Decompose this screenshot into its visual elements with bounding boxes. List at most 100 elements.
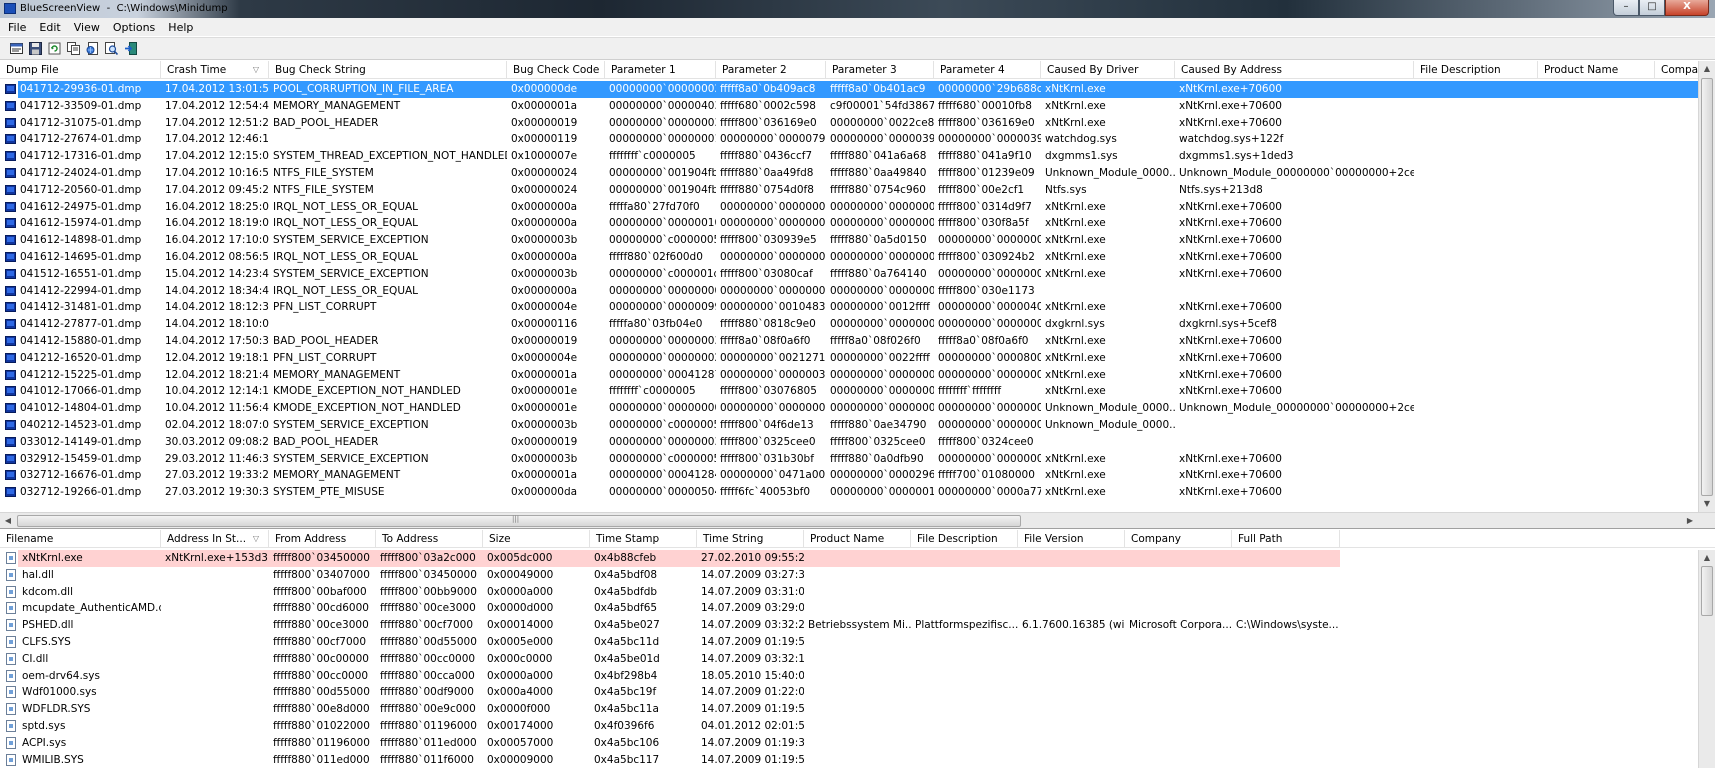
window-title: BlueScreenView - C:\Windows\Minidump bbox=[20, 3, 228, 14]
crash-dump-row[interactable]: 041712-24024-01.dmp 17.04.2012 10:16:51 NT… bbox=[0, 165, 1700, 182]
crash-dump-row[interactable]: 041612-14898-01.dmp 16.04.2012 17:10:01 SY… bbox=[0, 232, 1700, 249]
column-header-file-description[interactable]: File Description bbox=[911, 530, 1018, 548]
driver-list-vertical-scrollbar[interactable]: ▲ bbox=[1698, 550, 1715, 768]
crash-list-horizontal-scrollbar[interactable]: ◀ ||| ▶ bbox=[0, 512, 1715, 528]
crash-list-vertical-scrollbar[interactable]: ▲ ▼ bbox=[1698, 61, 1715, 512]
maximize-button[interactable]: □ bbox=[1639, 0, 1665, 16]
scroll-up-arrow-icon[interactable]: ▲ bbox=[1699, 61, 1715, 77]
column-header-parameter-2[interactable]: Parameter 2 bbox=[716, 61, 826, 79]
company-cell: Microsoft Corpora... bbox=[1129, 619, 1232, 632]
column-header-full-path[interactable]: Full Path bbox=[1232, 530, 1340, 548]
crash-dump-row[interactable]: 041612-14695-01.dmp 16.04.2012 08:56:51 IR… bbox=[0, 249, 1700, 266]
column-header-parameter-1[interactable]: Parameter 1 bbox=[605, 61, 716, 79]
crash-dump-row[interactable]: 041712-20560-01.dmp 17.04.2012 09:45:29 NT… bbox=[0, 182, 1700, 199]
crash-dump-row[interactable]: 040212-14523-01.dmp 02.04.2012 18:07:00 SY… bbox=[0, 417, 1700, 434]
copy-icon[interactable] bbox=[66, 41, 81, 56]
driver-file-icon bbox=[6, 686, 16, 699]
parameter-4-cell: ffffffff`ffffffff bbox=[938, 385, 1002, 398]
close-button[interactable]: X bbox=[1665, 0, 1709, 16]
crash-dump-row[interactable]: 032712-19266-01.dmp 27.03.2012 19:30:31 SY… bbox=[0, 484, 1700, 501]
menu-view[interactable]: View bbox=[68, 21, 107, 34]
crash-dump-row[interactable]: 041212-16520-01.dmp 12.04.2012 19:18:15 PF… bbox=[0, 350, 1700, 367]
column-header-size[interactable]: Size bbox=[483, 530, 590, 548]
crash-dump-row[interactable]: 032912-15459-01.dmp 29.03.2012 11:46:35 SY… bbox=[0, 451, 1700, 468]
scrollbar-thumb[interactable] bbox=[1701, 566, 1713, 616]
minimize-button[interactable]: – bbox=[1613, 0, 1639, 16]
time-stamp-cell: 0x4a5bdfdb bbox=[594, 585, 658, 598]
driver-row[interactable]: mcupdate_AuthenticAMD.dll fffff880`00cd60… bbox=[0, 600, 1700, 617]
filename-cell: hal.dll bbox=[22, 568, 54, 581]
to-address-cell: fffff800`03a2c000 bbox=[380, 552, 476, 564]
column-header-bug-check-string[interactable]: Bug Check String bbox=[269, 61, 507, 79]
column-header-file-version[interactable]: File Version bbox=[1018, 530, 1125, 548]
find-icon[interactable] bbox=[104, 41, 119, 56]
driver-row[interactable]: xNtKrnl.exe xNtKrnl.exe+153d3 fffff800`034… bbox=[0, 550, 1700, 567]
dump-file-cell: 041412-22994-01.dmp bbox=[20, 284, 142, 297]
crash-dump-row[interactable]: 041612-24975-01.dmp 16.04.2012 18:25:07 IR… bbox=[0, 199, 1700, 216]
menu-options[interactable]: Options bbox=[107, 21, 162, 34]
crash-dump-row[interactable]: 041412-31481-01.dmp 14.04.2012 18:12:36 PF… bbox=[0, 299, 1700, 316]
crash-dump-row[interactable]: 041012-14804-01.dmp 10.04.2012 11:56:49 KM… bbox=[0, 400, 1700, 417]
crash-dump-row[interactable]: 041612-15974-01.dmp 16.04.2012 18:19:05 IR… bbox=[0, 215, 1700, 232]
driver-row[interactable]: sptd.sys fffff880`01022000 fffff880`011960… bbox=[0, 718, 1700, 735]
menu-help[interactable]: Help bbox=[162, 21, 200, 34]
column-header-bug-check-code[interactable]: Bug Check Code bbox=[507, 61, 605, 79]
column-header-parameter-3[interactable]: Parameter 3 bbox=[826, 61, 934, 79]
crash-dump-row[interactable]: 041712-27674-01.dmp 17.04.2012 12:46:14 0x… bbox=[0, 131, 1700, 148]
column-header-address-in-stack[interactable]: Address In St... ▽ bbox=[161, 530, 269, 548]
exit-icon[interactable] bbox=[123, 41, 138, 56]
crash-dump-row[interactable]: 032712-16676-01.dmp 27.03.2012 19:33:22 ME… bbox=[0, 467, 1700, 484]
driver-row[interactable]: CI.dll fffff880`00c00000 fffff880`00cc0000… bbox=[0, 651, 1700, 668]
column-header-filename[interactable]: Filename bbox=[0, 530, 161, 548]
column-header-product-name[interactable]: Product Name bbox=[804, 530, 911, 548]
caused-by-driver-cell: xNtKrnl.exe bbox=[1045, 99, 1106, 112]
caused-by-address-cell: Unknown_Module_00000000`00000000+2ce8c5 bbox=[1179, 166, 1414, 179]
driver-row[interactable]: Wdf01000.sys fffff880`00d55000 fffff880`00… bbox=[0, 684, 1700, 701]
crash-dump-row[interactable]: 033012-14149-01.dmp 30.03.2012 09:08:28 BA… bbox=[0, 434, 1700, 451]
column-header-time-stamp[interactable]: Time Stamp bbox=[590, 530, 697, 548]
driver-row[interactable]: WDFLDR.SYS fffff880`00e8d000 fffff880`00e9… bbox=[0, 701, 1700, 718]
column-header-product-name[interactable]: Product Name bbox=[1538, 61, 1655, 79]
column-header-crash-time[interactable]: Crash Time ▽ bbox=[161, 61, 269, 79]
column-header-caused-by-driver[interactable]: Caused By Driver bbox=[1041, 61, 1175, 79]
driver-row[interactable]: WMILIB.SYS fffff880`011ed000 fffff880`011f… bbox=[0, 752, 1700, 768]
column-header-from-address[interactable]: From Address bbox=[269, 530, 376, 548]
driver-row[interactable]: ACPI.sys fffff880`01196000 fffff880`011ed0… bbox=[0, 735, 1700, 752]
scroll-up-arrow-icon[interactable]: ▲ bbox=[1699, 550, 1715, 566]
html-report-icon[interactable] bbox=[85, 41, 100, 56]
save-icon[interactable] bbox=[28, 41, 43, 56]
crash-time-cell: 14.04.2012 18:10:07 bbox=[165, 318, 269, 331]
crash-dump-row[interactable]: 041712-31075-01.dmp 17.04.2012 12:51:21 BA… bbox=[0, 115, 1700, 132]
crash-dump-row[interactable]: 041712-33509-01.dmp 17.04.2012 12:54:42 ME… bbox=[0, 98, 1700, 115]
driver-row[interactable]: CLFS.SYS fffff880`00cf7000 fffff880`00d550… bbox=[0, 634, 1700, 651]
crash-dump-row[interactable]: 041712-29936-01.dmp 17.04.2012 13:01:53 PO… bbox=[0, 81, 1700, 98]
scroll-down-arrow-icon[interactable]: ▼ bbox=[1699, 496, 1715, 512]
column-header-dump-file[interactable]: Dump File bbox=[0, 61, 161, 79]
column-header-file-description[interactable]: File Description bbox=[1414, 61, 1538, 79]
driver-row[interactable]: kdcom.dll fffff800`00baf000 fffff800`00bb9… bbox=[0, 584, 1700, 601]
dump-file-icon bbox=[5, 335, 16, 346]
crash-dump-row[interactable]: 041212-15225-01.dmp 12.04.2012 18:21:47 ME… bbox=[0, 367, 1700, 384]
column-header-company[interactable]: Company bbox=[1125, 530, 1232, 548]
scroll-right-arrow-icon[interactable]: ▶ bbox=[1682, 513, 1698, 528]
menu-file[interactable]: File bbox=[2, 21, 33, 34]
crash-dump-row[interactable]: 041412-15880-01.dmp 14.04.2012 17:50:38 BA… bbox=[0, 333, 1700, 350]
crash-dump-row[interactable]: 041012-17066-01.dmp 10.04.2012 12:14:13 KM… bbox=[0, 383, 1700, 400]
column-header-to-address[interactable]: To Address bbox=[376, 530, 483, 548]
crash-dump-row[interactable]: 041412-27877-01.dmp 14.04.2012 18:10:07 0x… bbox=[0, 316, 1700, 333]
time-stamp-cell: 0x4a5bc19f bbox=[594, 686, 657, 699]
scrollbar-thumb[interactable] bbox=[1701, 78, 1713, 496]
menu-edit[interactable]: Edit bbox=[33, 21, 67, 34]
column-header-time-string[interactable]: Time String bbox=[697, 530, 804, 548]
driver-row[interactable]: hal.dll fffff800`03407000 fffff800`0345000… bbox=[0, 567, 1700, 584]
column-header-caused-by-address[interactable]: Caused By Address bbox=[1175, 61, 1414, 79]
crash-dump-row[interactable]: 041412-22994-01.dmp 14.04.2012 18:34:45 IR… bbox=[0, 283, 1700, 300]
driver-row[interactable]: PSHED.dll fffff880`00ce3000 fffff880`00cf7… bbox=[0, 617, 1700, 634]
refresh-icon[interactable] bbox=[47, 41, 62, 56]
crash-dump-row[interactable]: 041512-16551-01.dmp 15.04.2012 14:23:49 SY… bbox=[0, 266, 1700, 283]
driver-row[interactable]: oem-drv64.sys fffff880`00cc0000 fffff880`0… bbox=[0, 668, 1700, 685]
crash-dump-row[interactable]: 041712-17316-01.dmp 17.04.2012 12:15:05 SY… bbox=[0, 148, 1700, 165]
column-header-parameter-4[interactable]: Parameter 4 bbox=[934, 61, 1041, 79]
properties-icon[interactable] bbox=[9, 41, 24, 56]
scroll-left-arrow-icon[interactable]: ◀ bbox=[0, 513, 16, 528]
